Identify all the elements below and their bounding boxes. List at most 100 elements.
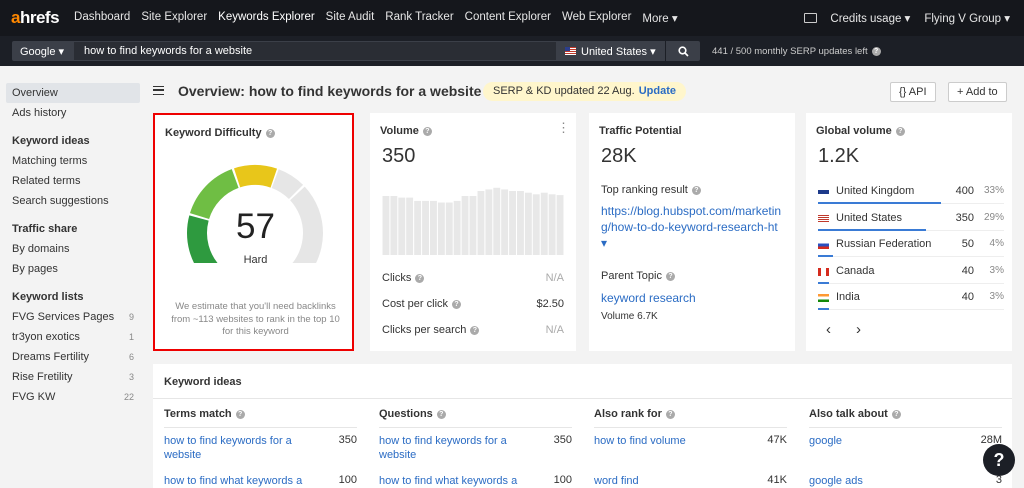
keyword-search-input[interactable]: how to find keywords for a website: [73, 41, 557, 61]
country-row[interactable]: United Kingdom 400 33%: [818, 183, 1004, 209]
help-icon[interactable]: ?: [895, 127, 905, 136]
search-bar: Google ▾ how to find keywords for a webs…: [0, 36, 1024, 66]
keyword-link[interactable]: word find: [594, 474, 744, 488]
column-title: Terms match: [164, 408, 232, 420]
country-row[interactable]: United States 350 29%: [818, 210, 1004, 236]
keyword-link[interactable]: how to find what keywords a: [164, 474, 314, 488]
sidebar-heading-traffic-share: Traffic share: [12, 223, 78, 235]
keyword-list-item[interactable]: Dreams Fertility 6: [0, 347, 150, 367]
keyword-list-item[interactable]: tr3yon exotics 1: [0, 327, 150, 347]
account-menu[interactable]: Flying V Group ▾: [924, 11, 1010, 25]
sidebar-item-ads-history[interactable]: Ads history: [0, 103, 150, 123]
help-icon[interactable]: ?: [436, 410, 446, 419]
help-icon[interactable]: ?: [470, 326, 480, 335]
volume-bar: [485, 189, 493, 255]
help-chat-button[interactable]: ?: [983, 444, 1015, 476]
help-icon[interactable]: ?: [265, 129, 275, 138]
help-icon[interactable]: ?: [871, 46, 881, 56]
keyword-volume: 41K: [767, 474, 787, 486]
country-volume: 400: [955, 185, 974, 197]
nav-content-explorer[interactable]: Content Explorer: [465, 11, 551, 25]
nav-more-menu[interactable]: More ▾: [642, 11, 677, 25]
keyword-list-item[interactable]: FVG KW 22: [0, 387, 150, 407]
volume-bar: [556, 195, 564, 255]
kd-score: 57: [236, 207, 275, 246]
top-ranking-url[interactable]: https://blog.hubspot.com/marketing/how-t…: [601, 203, 786, 251]
keyword-link[interactable]: how to find keywords for a website: [379, 434, 529, 462]
keyword-link[interactable]: how to find volume: [594, 434, 744, 448]
add-to-button[interactable]: + Add to: [948, 82, 1007, 102]
help-icon[interactable]: ?: [452, 300, 462, 309]
sidebar-item-overview[interactable]: Overview: [6, 83, 140, 103]
api-button[interactable]: {} API: [890, 82, 936, 102]
nav-site-explorer[interactable]: Site Explorer: [141, 11, 207, 25]
keyword-volume: 100: [338, 474, 357, 486]
keyword-list-item[interactable]: FVG Services Pages 9: [0, 307, 150, 327]
nav-dashboard[interactable]: Dashboard: [74, 11, 130, 25]
ideas-column-header: Questions?: [379, 408, 589, 426]
country-share: 29%: [983, 211, 1004, 223]
more-options-icon[interactable]: ⋮: [557, 121, 570, 134]
help-icon[interactable]: ?: [415, 274, 425, 283]
next-arrow-icon[interactable]: ›: [856, 321, 861, 338]
traffic-potential-card: Traffic Potential 28K Top ranking result…: [589, 113, 795, 351]
keyword-difficulty-card: Keyword Difficulty? 57 Hard We estimate …: [153, 113, 354, 351]
keyword-list-item[interactable]: Rise Fretility 3: [0, 367, 150, 387]
search-button[interactable]: [666, 41, 700, 61]
update-link[interactable]: Update: [639, 85, 676, 97]
keyword-link[interactable]: how to find what keywords a: [379, 474, 529, 488]
nav-web-explorer[interactable]: Web Explorer: [562, 11, 631, 25]
sidebar-heading-keyword-lists: Keyword lists: [12, 291, 84, 303]
search-icon: [677, 45, 689, 57]
us-flag-icon: [818, 214, 829, 223]
nav-rank-tracker[interactable]: Rank Tracker: [385, 11, 453, 25]
country-row[interactable]: Canada 40 3%: [818, 263, 1004, 289]
help-icon[interactable]: ?: [665, 272, 675, 281]
ideas-row: word find 41K: [594, 474, 787, 488]
volume-bar: [382, 196, 390, 255]
country-select[interactable]: United States ▾: [557, 41, 665, 61]
keyword-link[interactable]: how to find keywords for a website: [164, 434, 314, 462]
help-icon[interactable]: ?: [891, 410, 901, 419]
sidebar-item-related-terms[interactable]: Related terms: [0, 171, 150, 191]
country-share: 4%: [989, 238, 1004, 249]
divider: [153, 398, 1012, 399]
volume-card: Volume? ⋮ 350 Clicks? N/A Cost per click?…: [370, 113, 576, 351]
volume-bar: [430, 200, 437, 255]
credits-usage-menu[interactable]: Credits usage ▾: [830, 11, 910, 25]
ahrefs-logo[interactable]: ahrefs: [11, 8, 60, 28]
list-count: 1: [128, 332, 134, 342]
volume-bar: [469, 196, 477, 255]
search-engine-select[interactable]: Google ▾: [12, 41, 73, 61]
help-icon[interactable]: ?: [235, 410, 245, 419]
keyword-volume: 47K: [767, 434, 787, 446]
help-icon[interactable]: ?: [422, 127, 432, 136]
country-share: 33%: [983, 185, 1004, 196]
ideas-row: how to find keywords for a website 350: [164, 434, 357, 462]
sidebar-item-by-pages[interactable]: By pages: [0, 259, 150, 279]
keyword-link[interactable]: google: [809, 434, 959, 448]
monitor-icon[interactable]: [804, 13, 818, 23]
hamburger-menu-icon[interactable]: [153, 86, 164, 95]
list-count: 9: [128, 312, 134, 322]
nav-keywords-explorer[interactable]: Keywords Explorer: [218, 11, 315, 25]
nav-site-audit[interactable]: Site Audit: [326, 11, 375, 25]
help-icon[interactable]: ?: [691, 186, 701, 195]
volume-bar: [540, 192, 548, 255]
ideas-column: Questions? how to find keywords for a web…: [379, 408, 589, 487]
volume-bar: [477, 191, 485, 255]
prev-arrow-icon[interactable]: ‹: [826, 321, 831, 338]
country-row[interactable]: Russian Federation 50 4%: [818, 236, 1004, 262]
country-row[interactable]: India 40 3%: [818, 289, 1004, 315]
keyword-link[interactable]: google ads: [809, 474, 959, 488]
sidebar-item-search-suggestions[interactable]: Search suggestions: [0, 191, 150, 211]
kd-backlinks-note: We estimate that you'll need backlinks f…: [171, 301, 340, 337]
sidebar-item-by-domains[interactable]: By domains: [0, 239, 150, 259]
sidebar: Overview Ads history Keyword ideas Match…: [0, 66, 150, 488]
country-share-bar: [818, 281, 829, 284]
parent-topic-link[interactable]: keyword research: [601, 291, 696, 305]
list-count: 22: [123, 392, 134, 402]
sidebar-item-matching-terms[interactable]: Matching terms: [0, 151, 150, 171]
volume-bar: [453, 200, 461, 255]
help-icon[interactable]: ?: [665, 410, 675, 419]
